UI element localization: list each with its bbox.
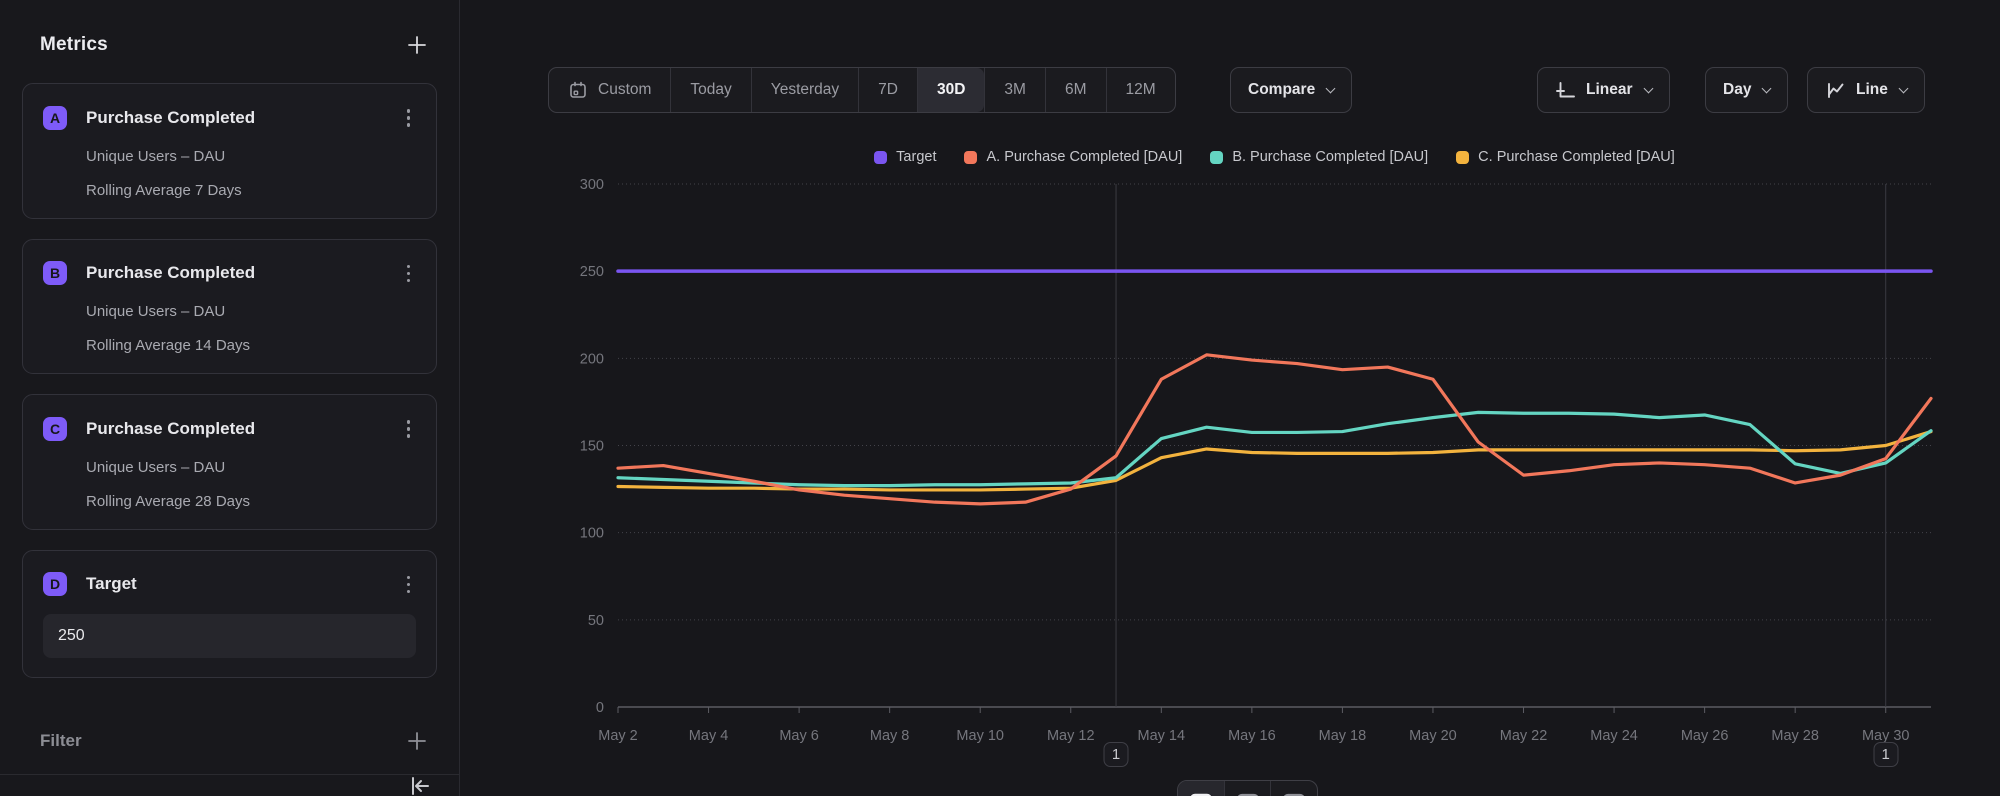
series-a[interactable]: [618, 355, 1931, 504]
annotation-badge[interactable]: 1: [1104, 742, 1129, 767]
app: { "sidebar": { "title": "Metrics", "metr…: [0, 0, 2000, 796]
x-tick-label: May 8: [870, 728, 910, 744]
y-tick-label: 150: [580, 439, 604, 455]
x-tick-label: May 28: [1771, 728, 1819, 744]
y-tick-label: 100: [580, 526, 604, 542]
x-tick-label: May 14: [1138, 728, 1186, 744]
x-tick-label: May 22: [1500, 728, 1548, 744]
line-chart: 0 50 100 150 200 250 300 May 2 May 4 May 6 May 8 Ma…: [0, 0, 2000, 796]
x-tick-label: May 26: [1681, 728, 1729, 744]
table-view-button[interactable]: [1224, 781, 1271, 796]
annotation-badge[interactable]: 1: [1873, 742, 1898, 767]
x-tick-label: May 4: [689, 728, 729, 744]
split-view-button[interactable]: [1270, 781, 1317, 796]
y-tick-label: 50: [588, 613, 604, 629]
x-tick-label: May 18: [1319, 728, 1367, 744]
x-tick-label: May 2: [598, 728, 638, 744]
y-tick-label: 250: [580, 264, 604, 280]
x-tick-label: May 24: [1590, 728, 1638, 744]
x-tick-label: May 12: [1047, 728, 1095, 744]
y-tick-label: 0: [596, 700, 604, 716]
chart-view-button[interactable]: [1178, 781, 1224, 796]
x-tick-label: May 6: [779, 728, 819, 744]
y-tick-label: 200: [580, 351, 604, 367]
x-tick-label: May 10: [956, 728, 1004, 744]
y-tick-label: 300: [580, 177, 604, 193]
series-c[interactable]: [618, 432, 1931, 490]
x-tick-label: May 16: [1228, 728, 1276, 744]
view-toggle-group: [1177, 780, 1318, 796]
x-tick-label: May 20: [1409, 728, 1457, 744]
